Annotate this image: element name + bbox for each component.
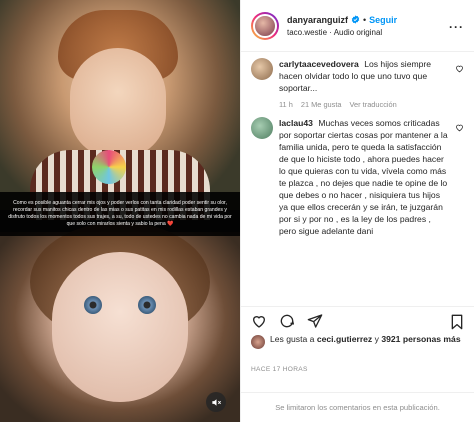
eye: [84, 296, 102, 314]
bookmark-icon[interactable]: [450, 314, 464, 330]
liker-username[interactable]: ceci.gutierrez: [317, 334, 372, 344]
comments-limited-notice: Se limitaron los comentarios en esta pub…: [241, 392, 474, 422]
child-photo-top: [0, 0, 240, 220]
video-caption-text: Como es posible aguanta cerrar mis ojos …: [8, 200, 232, 227]
instagram-post-modal: Como es posible aguanta cerrar mis ojos …: [0, 0, 474, 422]
like-comment-heart-icon[interactable]: [455, 123, 464, 132]
eye: [138, 296, 156, 314]
audio-attribution[interactable]: taco.westie · Audio original: [287, 28, 397, 37]
commenter-avatar[interactable]: [251, 58, 273, 80]
comment-item: carlytaacevedovera Los hijos siempre hac…: [251, 58, 464, 109]
author-username[interactable]: danyaranguizf: [287, 15, 348, 25]
separator-dot: •: [363, 14, 367, 25]
comment-time: 11 h: [279, 100, 293, 109]
commenter-avatar[interactable]: [251, 117, 273, 139]
post-side-panel: danyaranguizf • Seguir taco.westie · Aud…: [240, 0, 474, 422]
lollipop: [92, 150, 126, 184]
child-photo-bottom: [0, 222, 240, 422]
author-avatar[interactable]: [251, 11, 279, 40]
post-timestamp[interactable]: HACE 17 HORAS: [241, 364, 474, 392]
follow-button[interactable]: Seguir: [369, 15, 397, 25]
like-comment-heart-icon[interactable]: [455, 64, 464, 73]
post-media[interactable]: Como es posible aguanta cerrar mis ojos …: [0, 0, 240, 422]
comments-list[interactable]: carlytaacevedovera Los hijos siempre hac…: [241, 52, 474, 306]
commenter-username[interactable]: carlytaacevedovera: [279, 59, 359, 69]
share-icon[interactable]: [307, 313, 323, 329]
more-options-button[interactable]: ···: [449, 20, 464, 34]
video-caption-band: Como es posible aguanta cerrar mis ojos …: [0, 192, 240, 236]
see-translation-link[interactable]: Ver traducción: [350, 100, 397, 109]
post-header: danyaranguizf • Seguir taco.westie · Aud…: [241, 0, 474, 52]
comment-item: laclau43 Muchas veces somos criticadas p…: [251, 117, 464, 237]
commenter-username[interactable]: laclau43: [279, 118, 313, 128]
comment-likes[interactable]: 21 Me gusta: [301, 100, 342, 109]
heart-icon[interactable]: [251, 313, 267, 329]
comment-icon[interactable]: [279, 313, 295, 329]
post-actions-bar: [241, 306, 474, 334]
speaker-muted-icon: [211, 398, 221, 406]
liker-avatar[interactable]: [251, 335, 265, 349]
verified-badge-icon: [351, 15, 360, 24]
likes-summary: Les gusta a ceci.gutierrez y 3921 person…: [241, 334, 474, 364]
mute-button[interactable]: [206, 392, 226, 412]
likes-count[interactable]: 3921 personas más: [381, 334, 460, 344]
comment-text: Muchas veces somos criticadas por soport…: [279, 118, 448, 236]
